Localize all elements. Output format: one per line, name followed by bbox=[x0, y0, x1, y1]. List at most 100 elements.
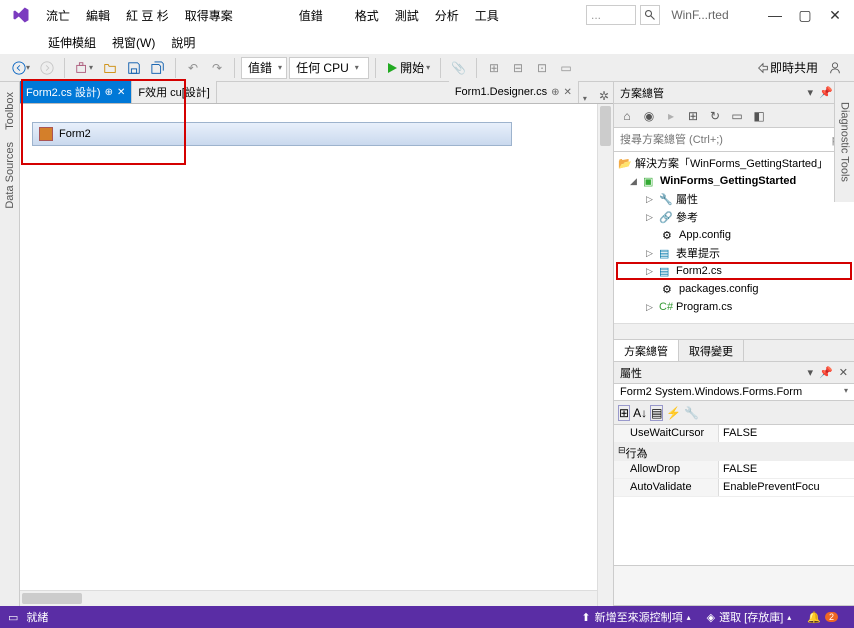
prop-usewaitcursor-value[interactable]: FALSE bbox=[719, 425, 854, 442]
expand-icon[interactable]: ▷ bbox=[646, 194, 656, 205]
tab-second[interactable]: F效用 cu[設計] bbox=[132, 81, 217, 103]
close-icon[interactable]: ✕ bbox=[564, 87, 572, 98]
solution-platform-combo[interactable]: 任何 CPU▾ bbox=[289, 57, 369, 79]
horizontal-scrollbar[interactable] bbox=[20, 590, 597, 606]
tb-icon-5[interactable]: ▭ bbox=[555, 57, 577, 79]
tb-icon-4[interactable]: ⊡ bbox=[531, 57, 553, 79]
properties-object-combo[interactable]: Form2 System.Windows.Forms.Form ▾ bbox=[614, 384, 854, 401]
expand-icon[interactable]: ▷ bbox=[646, 302, 656, 313]
panel-pin-icon[interactable]: 📌 bbox=[819, 366, 833, 379]
collapse-icon[interactable]: ◉ bbox=[640, 107, 658, 125]
expand-icon[interactable]: ◢ bbox=[630, 176, 640, 187]
packages-node[interactable]: packages.config bbox=[679, 283, 759, 295]
refresh-icon[interactable]: ↻ bbox=[706, 107, 724, 125]
toolbox-tab[interactable]: Toolbox bbox=[2, 86, 18, 136]
close-icon[interactable]: ✕ bbox=[117, 87, 125, 98]
panel-menu-icon[interactable]: ▾ bbox=[808, 86, 814, 99]
solution-search-input[interactable] bbox=[614, 129, 828, 151]
redo-button[interactable]: ↷ bbox=[206, 57, 228, 79]
menu-analyze[interactable]: 分析 bbox=[427, 3, 467, 28]
references-node[interactable]: 參考 bbox=[676, 209, 698, 225]
prop-pages-icon[interactable]: 🔧 bbox=[684, 406, 699, 420]
home-icon[interactable]: ⌂ bbox=[618, 107, 636, 125]
panel-close-icon[interactable]: ✕ bbox=[839, 366, 848, 379]
prop-category-behavior[interactable]: 行為 bbox=[626, 445, 648, 458]
menu-tools[interactable]: 工具 bbox=[467, 3, 507, 28]
pin-icon[interactable]: ⊕ bbox=[105, 87, 113, 98]
expand-icon[interactable]: ▷ bbox=[646, 248, 656, 259]
expand-icon[interactable]: ▷ bbox=[646, 266, 656, 277]
menu-debug[interactable]: 值錯 bbox=[291, 3, 331, 28]
open-button[interactable] bbox=[99, 57, 121, 79]
vertical-scrollbar[interactable] bbox=[597, 104, 613, 606]
menu-extensions[interactable]: 延伸模組 bbox=[40, 32, 104, 53]
prop-usewaitcursor[interactable]: UseWaitCursor bbox=[614, 425, 719, 442]
nav-back-button[interactable]: ▾ bbox=[8, 57, 34, 79]
status-notifications[interactable]: 🔔2 bbox=[799, 611, 846, 624]
prop-autovalidate[interactable]: AutoValidate bbox=[614, 479, 719, 496]
form2-window[interactable]: Form2 bbox=[32, 122, 512, 146]
tab-form2-design[interactable]: Form2.cs 設計)⊕✕ bbox=[20, 81, 132, 103]
events-icon[interactable]: ⚡ bbox=[666, 406, 681, 420]
form2-node[interactable]: Form2.cs bbox=[676, 265, 722, 277]
menu-format[interactable]: 格式 bbox=[347, 3, 387, 28]
menu-test[interactable]: 測試 bbox=[387, 3, 427, 28]
tb-icon-3[interactable]: ⊟ bbox=[507, 57, 529, 79]
status-select-repo[interactable]: ◈選取 [存放庫]▴ bbox=[699, 609, 800, 625]
prop-allowdrop-value[interactable]: FALSE bbox=[719, 461, 854, 478]
tab-settings-icon[interactable]: ✲ bbox=[599, 89, 609, 103]
pin-icon[interactable]: ⊕ bbox=[551, 87, 559, 98]
live-share-button[interactable]: 即時共用 bbox=[752, 57, 822, 79]
nav-fwd-button[interactable] bbox=[36, 57, 58, 79]
menu-window[interactable]: 視窗(W) bbox=[104, 32, 163, 53]
save-all-button[interactable] bbox=[147, 57, 169, 79]
close-button[interactable]: ✕ bbox=[820, 4, 850, 26]
panel-menu-icon[interactable]: ▾ bbox=[808, 366, 814, 379]
start-debug-button[interactable]: 開始▾ bbox=[382, 57, 434, 79]
preview-icon[interactable]: ◧ bbox=[750, 107, 768, 125]
prop-icon[interactable]: ▭ bbox=[728, 107, 746, 125]
quick-launch-input[interactable]: ... bbox=[586, 5, 636, 25]
form-designer-surface[interactable]: Form2 bbox=[20, 104, 613, 606]
project-node[interactable]: WinForms_GettingStarted bbox=[660, 175, 796, 187]
tb-icon-2[interactable]: ⊞ bbox=[483, 57, 505, 79]
prop-allowdrop[interactable]: AllowDrop bbox=[614, 461, 719, 478]
panel-pin-icon[interactable]: 📌 bbox=[819, 86, 833, 99]
solution-tree[interactable]: 📂解決方案「WinForms_GettingStarted」 ◢▣WinForm… bbox=[614, 152, 854, 323]
menu-edit[interactable]: 編輯 bbox=[78, 3, 118, 28]
menu-getproj[interactable]: 取得專案 bbox=[177, 3, 241, 28]
data-sources-tab[interactable]: Data Sources bbox=[2, 136, 18, 215]
props-page-icon[interactable]: ▤ bbox=[650, 405, 663, 421]
save-button[interactable] bbox=[123, 57, 145, 79]
menu-redwood[interactable]: 紅 豆 杉 bbox=[118, 3, 177, 28]
menu-file[interactable]: 流亡 bbox=[38, 3, 78, 28]
tab-get-changes[interactable]: 取得變更 bbox=[679, 340, 744, 361]
solution-config-combo[interactable]: 值錯▾ bbox=[241, 57, 287, 79]
undo-button[interactable]: ↶ bbox=[182, 57, 204, 79]
prop-autovalidate-value[interactable]: EnablePreventFocu bbox=[719, 479, 854, 496]
alphabetical-icon[interactable]: A↓ bbox=[633, 406, 647, 420]
tab-overflow-button[interactable]: ▾ bbox=[579, 94, 591, 103]
categorized-icon[interactable]: ⊞ bbox=[618, 405, 630, 421]
show-all-icon[interactable]: ⊞ bbox=[684, 107, 702, 125]
feedback-button[interactable] bbox=[824, 57, 846, 79]
minimize-button[interactable]: — bbox=[760, 4, 790, 26]
menu-help[interactable]: 說明 bbox=[163, 32, 203, 53]
solution-node[interactable]: 解決方案「WinForms_GettingStarted」 bbox=[635, 155, 828, 171]
formhint-node[interactable]: 表單提示 bbox=[676, 245, 720, 261]
tree-scrollbar[interactable] bbox=[614, 323, 854, 339]
program-node[interactable]: Program.cs bbox=[676, 301, 732, 313]
tab-solution-explorer[interactable]: 方案總管 bbox=[614, 340, 679, 361]
tab-designer-cs[interactable]: Form1.Designer.cs⊕✕ bbox=[449, 81, 579, 103]
expand-icon[interactable]: ▷ bbox=[646, 212, 656, 223]
property-grid[interactable]: UseWaitCursorFALSE ⊟ 行為 AllowDropFALSE A… bbox=[614, 425, 854, 565]
properties-node[interactable]: 屬性 bbox=[676, 191, 698, 207]
diagnostic-tools-tab[interactable]: Diagnostic Tools bbox=[834, 82, 854, 202]
tb-icon-1[interactable]: 📎 bbox=[447, 57, 470, 79]
new-project-button[interactable]: ▾ bbox=[71, 57, 97, 79]
maximize-button[interactable]: ▢ bbox=[790, 4, 820, 26]
appconfig-node[interactable]: App.config bbox=[679, 229, 731, 241]
sync-icon[interactable]: ▸ bbox=[662, 107, 680, 125]
status-add-to-source-control[interactable]: ⬆新增至來源控制項▴ bbox=[573, 609, 698, 625]
search-button[interactable] bbox=[640, 5, 660, 25]
